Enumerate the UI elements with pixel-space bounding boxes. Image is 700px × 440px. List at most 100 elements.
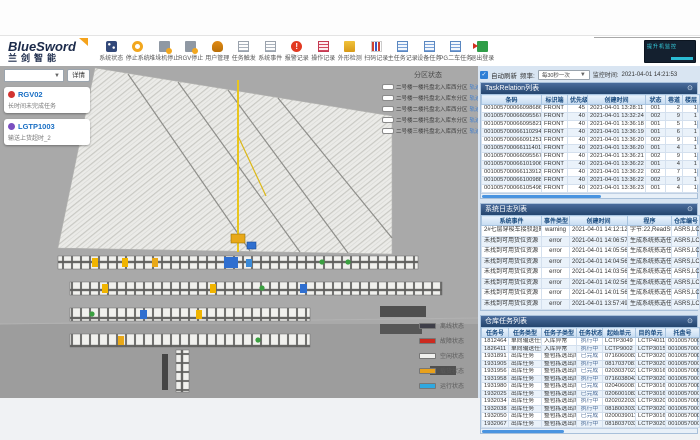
table-cell: 002: [646, 153, 666, 161]
collapse-icon[interactable]: ⊙: [687, 204, 693, 215]
table-row[interactable]: 001005700066098686219FRONT452021-04-01 1…: [482, 105, 700, 113]
table-row[interactable]: 1932067出库任务整包拣选出库执行中0818037032LCTP302000…: [482, 420, 700, 428]
table-cell: 生成系统拣选任务模块: [628, 289, 672, 300]
legend-swatch: [419, 383, 436, 389]
table-row[interactable]: 1932034出库任务整包拣选出库执行中0202022033LCTP302000…: [482, 398, 700, 406]
table-row[interactable]: 未找到可用货位资源error2021-04-01 14:05:56生成系统拣选任…: [482, 247, 700, 258]
toolbar-button-pg-tasks[interactable]: PG二车任务: [443, 41, 470, 62]
toolbar-button-system-status[interactable]: 系统状态: [98, 41, 125, 62]
toolbar-button-system-events[interactable]: 系统事件: [257, 41, 284, 62]
zone-track-link[interactable]: 轨迹: [470, 83, 478, 91]
table-row[interactable]: 未找到可用货位资源error2021-04-01 14:06:57生成系统拣选任…: [482, 236, 700, 247]
auto-refresh-checkbox[interactable]: [480, 71, 488, 79]
table-cell: 整包拣选出库: [542, 383, 577, 391]
collapse-icon[interactable]: ⊙: [687, 316, 693, 327]
alert-card[interactable]: LGTP1003 输送上货超时_2: [4, 119, 90, 145]
table-row[interactable]: 1931891出库任务整包拣选出库已完成0716060082LCTP302000…: [482, 353, 700, 361]
zone-track-link[interactable]: 轨迹: [470, 127, 478, 135]
table-row[interactable]: 001005700066091251231FRONT402021-04-01 1…: [482, 137, 700, 145]
refresh-control-bar: 自动刷新 频率: 每30秒一次 ▼ 监控时间: 2021-04-01 14:21…: [480, 68, 698, 81]
table-row[interactable]: 1931958出库任务整包拣选出库执行中0716038042LCTP302000…: [482, 375, 700, 383]
table-cell: 0817037081: [603, 360, 636, 368]
table-row[interactable]: 未找到可用货位资源error2021-04-01 14:02:56生成系统拣选任…: [482, 278, 700, 289]
table-row[interactable]: 001005700066095567701FRONT402021-04-01 1…: [482, 113, 700, 121]
table-row[interactable]: 001005700066100988811FRONT402021-04-01 1…: [482, 177, 700, 185]
table-row[interactable]: 001005700066095821621FRONT402021-04-01 1…: [482, 121, 700, 129]
table-row[interactable]: 001005700066110294571FRONT402021-04-01 1…: [482, 129, 700, 137]
table-row[interactable]: 1932038出库任务整包拣选出库执行中0818003032LCTP302000…: [482, 405, 700, 413]
device-tasks-icon: [424, 41, 435, 52]
h-scrollbar[interactable]: [481, 193, 697, 198]
zone-checkbox-item[interactable]: 二号楼二楼托盘北入库西分区 轨迹: [382, 105, 474, 113]
table-row[interactable]: 1931980出库任务整包拣选出库已完成0204060081LCTP301600…: [482, 383, 700, 391]
checkbox-icon[interactable]: [382, 84, 394, 90]
table-cell: 1931905: [482, 360, 509, 368]
toolbar-button-main-task-records[interactable]: 主任务记录: [390, 41, 417, 62]
table-row[interactable]: 1826411单向输送任务入库异常执行中LCTP9002LCTP30150010…: [482, 345, 700, 353]
table-cell: 2021-04-01 14:03:56: [570, 268, 628, 279]
table-row[interactable]: 001005700066101906391FRONT402021-04-01 1…: [482, 161, 700, 169]
table-cell: 1931891: [482, 353, 509, 361]
table-cell: LCTP3020: [636, 398, 666, 406]
table-cell: 001005700066132015: [666, 375, 700, 383]
h-scrollbar[interactable]: [481, 428, 697, 433]
zone-checkbox-item[interactable]: 二号楼一楼托盘北入库西分区 轨迹: [382, 83, 474, 91]
alert-card[interactable]: RGV02 长时间未完成任务: [4, 87, 90, 113]
toolbar-button-profile-detection[interactable]: 外形检测: [337, 41, 364, 62]
table-cell: 001: [646, 161, 666, 169]
zone-track-link[interactable]: 轨迹: [470, 105, 478, 113]
checkbox-icon[interactable]: [382, 128, 394, 134]
table-cell: 已完成: [577, 390, 603, 398]
refresh-rate-select[interactable]: 每30秒一次 ▼: [538, 70, 590, 80]
table-row[interactable]: 1932025出库任务整包拣选出库已完成0206001082LCTP301600…: [482, 390, 700, 398]
checkbox-icon[interactable]: [382, 117, 394, 123]
table-row[interactable]: 未找到可用货位资源error2021-04-01 14:01:56生成系统拣选任…: [482, 289, 700, 300]
toolbar-button-stop-system[interactable]: 停止系统: [125, 41, 152, 62]
table-cell: FRONT: [542, 137, 568, 145]
table-row[interactable]: 未找到可用货位资源error2021-04-01 14:04:56生成系统拣选任…: [482, 257, 700, 268]
table-row[interactable]: 1932050出库任务整包拣选出库已完成0200039011LCTP301600…: [482, 413, 700, 421]
zone-track-link[interactable]: 轨迹: [470, 94, 478, 102]
table-cell: 1932025: [482, 390, 509, 398]
table-row[interactable]: 001005700066105498571FRONT402021-04-01 1…: [482, 185, 700, 193]
device-filter-select[interactable]: ▼: [4, 69, 64, 82]
table-cell: 0716060082: [603, 353, 636, 361]
zone-checkbox-item[interactable]: 二号楼三楼托盘北入库西分区 轨迹: [382, 127, 474, 135]
toolbar-button-operation-records[interactable]: 操作记录: [310, 41, 337, 62]
table-cell: 0206001082: [603, 390, 636, 398]
table-row[interactable]: 2#七层穿梭车接驳超时提醒:平冶代码warning2021-04-01 14:1…: [482, 226, 700, 237]
table-row[interactable]: 1812464单向输送任务入库异常执行中LCTP3049LCTP40110010…: [482, 338, 700, 346]
table-cell: 0203037022: [603, 368, 636, 376]
table-cell: 0202022033: [603, 398, 636, 406]
toolbar-button-rgv-stop[interactable]: RGV停止: [178, 41, 205, 62]
table-row[interactable]: 001005700066095567702FRONT402021-04-01 1…: [482, 153, 700, 161]
toolbar-button-task-trigger[interactable]: 任务触发: [231, 41, 258, 62]
table-cell: 001: [646, 145, 666, 153]
zone-checkbox-item[interactable]: 二号楼二楼托盘北入库东分区 轨迹: [382, 116, 474, 124]
details-button[interactable]: 详情: [67, 69, 90, 82]
toolbar-button-logout[interactable]: 退出登录: [469, 41, 496, 62]
table-row[interactable]: 未找到可用货位资源error2021-04-01 13:57:49生成系统拣选任…: [482, 299, 700, 310]
checkbox-icon[interactable]: [382, 95, 394, 101]
table-row[interactable]: 1931956出库任务整包拣选出库已完成0203037022LCTP301600…: [482, 368, 700, 376]
zone-checkbox-item[interactable]: 二号楼一楼托盘北入库东分区 轨迹: [382, 94, 474, 102]
toolbar-button-stacker-stop[interactable]: 堆垛机停止: [151, 41, 178, 62]
collapse-icon[interactable]: ⊙: [687, 83, 693, 94]
toolbar-button-scan-records[interactable]: 扫码记录: [363, 41, 390, 62]
toolbar-button-alarm-records[interactable]: 报警记录: [284, 41, 311, 62]
zone-track-link[interactable]: 轨迹: [470, 116, 478, 124]
checkbox-icon[interactable]: [382, 106, 394, 112]
toolbar-button-user-management[interactable]: 用户管理: [204, 41, 231, 62]
warehouse-3d-view[interactable]: ▼ 详情 RGV02 长时间未完成任务 LGTP1003 输送上货超时_2 分区…: [0, 66, 478, 398]
device-state-legend: 离线状态 故障状态 空闲状态 载货状态 运行状态: [419, 321, 464, 396]
table-cell: warning: [542, 226, 570, 237]
zone-panel-title: 分区状态: [382, 70, 474, 80]
table-cell: 6: [666, 129, 683, 137]
table-row[interactable]: 未找到可用货位资源error2021-04-01 14:03:56生成系统拣选任…: [482, 268, 700, 279]
table-row[interactable]: 1931905出库任务整包拣选出库执行中0817037081LCTP302000…: [482, 360, 700, 368]
legend-item: 载货状态: [419, 366, 464, 375]
table-row[interactable]: 001005700066111401901FRONT402021-04-01 1…: [482, 145, 700, 153]
toolbar-button-label: 操作记录: [311, 53, 335, 62]
table-cell: error: [542, 268, 570, 279]
table-row[interactable]: 001005700066113912005FRONT402021-04-01 1…: [482, 169, 700, 177]
